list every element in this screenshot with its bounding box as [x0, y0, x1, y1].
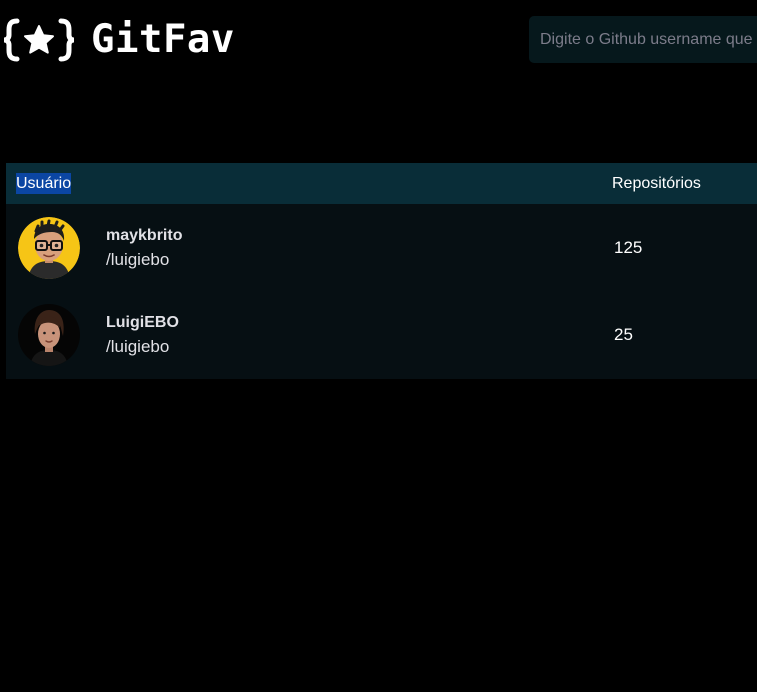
github-username-search-input[interactable]	[529, 16, 757, 63]
table-header: Usuário Repositórios	[6, 163, 757, 204]
column-header-repositories: Repositórios	[612, 175, 701, 192]
star-braces-icon	[3, 18, 75, 62]
repositories-count: 125	[614, 238, 643, 257]
repositories-count: 25	[614, 325, 633, 344]
user-name: LuigiEBO	[106, 314, 179, 331]
column-header-user: Usuário	[16, 173, 72, 194]
table-row[interactable]: maykbrito /luigiebo 125	[6, 204, 757, 291]
app-title: GitFav	[91, 17, 235, 62]
favorites-table: Usuário Repositórios maykbrito /luigiebo…	[6, 163, 757, 379]
user-login[interactable]: /luigiebo	[106, 250, 169, 270]
avatar	[18, 304, 80, 366]
avatar	[18, 217, 80, 279]
app-header: GitFav	[0, 0, 757, 80]
user-name: maykbrito	[106, 227, 183, 244]
user-login[interactable]: /luigiebo	[106, 337, 169, 357]
logo[interactable]: GitFav	[3, 18, 235, 62]
table-row[interactable]: LuigiEBO /luigiebo 25	[6, 291, 757, 379]
